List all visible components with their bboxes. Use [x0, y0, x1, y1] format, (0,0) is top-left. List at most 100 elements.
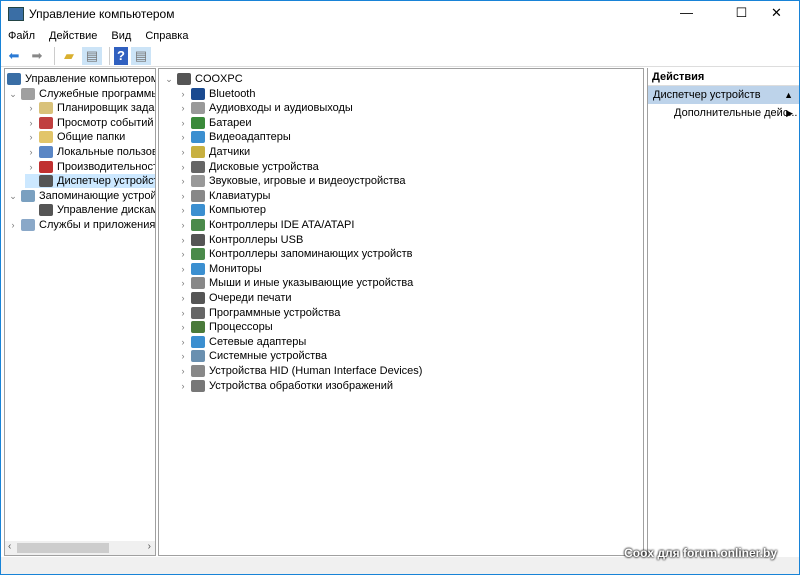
horizontal-scrollbar[interactable]: ‹ › — [5, 541, 155, 555]
scroll-left-icon[interactable]: ‹ — [8, 541, 11, 552]
help-icon[interactable]: ? — [114, 46, 128, 65]
chevron-right-icon[interactable]: › — [177, 218, 189, 232]
show-hide-action-pane-icon[interactable]: ▤ — [131, 46, 151, 65]
tree-item[interactable]: Управление дисками — [25, 203, 156, 217]
chevron-right-icon[interactable]: › — [177, 145, 189, 159]
tree-item[interactable]: Диспетчер устройств — [25, 174, 155, 189]
chevron-right-icon[interactable]: › — [177, 116, 189, 130]
chevron-right-icon[interactable]: › — [177, 335, 189, 349]
back-icon[interactable]: ⬅ — [4, 47, 24, 65]
tree-item[interactable]: › Локальные пользователи и группы — [25, 145, 155, 159]
chevron-right-icon[interactable]: › — [177, 320, 189, 334]
more-actions-item[interactable]: Дополнительные дейс... ▶ — [648, 104, 799, 122]
menu-help[interactable]: Справка — [138, 28, 195, 44]
tree-item[interactable]: › Планировщик заданий — [25, 101, 155, 115]
minimize-button[interactable]: — — [664, 1, 709, 26]
menu-file[interactable]: Файл — [1, 28, 42, 44]
scroll-right-icon[interactable]: › — [148, 541, 151, 552]
device-root[interactable]: ⌄ COOXPC — [163, 72, 243, 86]
tree-item[interactable]: ⌄ Запоминающие устройства — [7, 189, 155, 203]
chevron-right-icon[interactable]: › — [177, 247, 189, 261]
tree-item-label: Управление дисками — [57, 204, 156, 217]
chevron-down-icon[interactable]: ⌄ — [7, 189, 19, 203]
device-category[interactable]: › Датчики — [177, 145, 250, 159]
device-category-icon — [191, 248, 205, 261]
device-category[interactable]: › Сетевые адаптеры — [177, 335, 306, 349]
chevron-down-icon[interactable]: ⌄ — [163, 72, 175, 86]
chevron-right-icon[interactable]: › — [177, 306, 189, 320]
chevron-down-icon[interactable]: ⌄ — [7, 87, 19, 101]
chevron-right-icon[interactable]: › — [7, 218, 19, 232]
device-category-label: Контроллеры запоминающих устройств — [209, 248, 413, 261]
collapse-up-icon[interactable]: ▲ — [784, 86, 793, 104]
device-category[interactable]: › Компьютер — [177, 203, 266, 217]
tree-item[interactable]: ⌄ Служебные программы — [7, 87, 156, 101]
chevron-right-icon[interactable]: › — [25, 130, 37, 144]
chevron-right-icon[interactable]: › — [177, 101, 189, 115]
chevron-right-icon[interactable]: › — [177, 379, 189, 393]
toolbar-separator — [109, 46, 110, 65]
device-category[interactable]: › Контроллеры IDE ATA/ATAPI — [177, 218, 354, 232]
device-category[interactable]: › Видеоадаптеры — [177, 130, 291, 144]
tree-item[interactable]: › Производительность — [25, 160, 155, 174]
chevron-right-icon[interactable]: › — [177, 174, 189, 188]
device-category[interactable]: › Устройства HID (Human Interface Devices… — [177, 364, 422, 378]
tree-item-label: Служебные программы — [39, 87, 156, 100]
device-category[interactable]: › Контроллеры USB — [177, 233, 303, 247]
chevron-right-icon[interactable]: › — [25, 145, 37, 159]
device-category[interactable]: › Устройства обработки изображений — [177, 379, 393, 393]
device-category[interactable]: › Очереди печати — [177, 291, 292, 305]
chevron-right-icon[interactable]: › — [177, 87, 189, 101]
up-folder-icon[interactable]: ▰ — [59, 47, 79, 65]
chevron-right-icon[interactable]: › — [25, 160, 37, 174]
tree-item-label: Общие папки — [57, 131, 126, 144]
chevron-right-icon[interactable]: › — [177, 160, 189, 174]
chevron-right-icon[interactable]: › — [177, 130, 189, 144]
actions-pane: Действия Диспетчер устройств ▲ Дополнител… — [647, 68, 799, 556]
chevron-right-icon[interactable]: › — [177, 203, 189, 217]
show-hide-tree-icon[interactable]: ▤ — [82, 46, 102, 65]
device-category-label: Процессоры — [209, 321, 273, 334]
device-category[interactable]: › Контроллеры запоминающих устройств — [177, 247, 412, 261]
chevron-right-icon[interactable]: › — [177, 349, 189, 363]
device-category-label: Очереди печати — [209, 292, 292, 304]
chevron-right-icon[interactable]: › — [25, 116, 37, 130]
menu-action[interactable]: Действие — [42, 28, 104, 44]
device-category[interactable]: › Дисковые устройства — [177, 160, 319, 174]
chevron-right-icon[interactable]: › — [25, 101, 37, 115]
device-category-label: Bluetooth — [209, 87, 256, 100]
device-category-icon — [191, 350, 205, 363]
tree-item[interactable]: Управление компьютером (локальным) — [5, 72, 155, 86]
chevron-right-icon[interactable]: › — [177, 291, 189, 305]
menu-view[interactable]: Вид — [104, 28, 138, 44]
device-category[interactable]: › Клавиатуры — [177, 189, 270, 203]
device-category-icon — [191, 131, 205, 144]
device-category[interactable]: › Аудиовходы и аудиовыходы — [177, 101, 353, 115]
tree-item-icon — [21, 189, 35, 202]
device-category-label: Клавиатуры — [209, 189, 271, 202]
device-category[interactable]: › Процессоры — [177, 320, 273, 334]
actions-section-device-manager[interactable]: Диспетчер устройств ▲ — [648, 86, 799, 104]
device-category-label: Контроллеры USB — [209, 233, 304, 246]
device-category-icon — [191, 233, 205, 246]
chevron-right-icon[interactable]: › — [177, 276, 189, 290]
more-actions-label: Дополнительные дейс... — [674, 107, 798, 119]
device-category[interactable]: › Мониторы — [177, 262, 262, 276]
close-button[interactable]: ✕ — [754, 1, 799, 26]
tree-item[interactable]: › Службы и приложения — [7, 218, 155, 232]
device-category[interactable]: › Батареи — [177, 116, 252, 130]
chevron-right-icon[interactable]: › — [177, 262, 189, 276]
scrollbar-thumb[interactable] — [17, 543, 109, 553]
tree-item[interactable]: › Общие папки — [25, 130, 125, 144]
chevron-right-icon[interactable]: › — [177, 364, 189, 378]
device-category[interactable]: › Системные устройства — [177, 349, 327, 363]
chevron-right-icon[interactable]: › — [177, 233, 189, 247]
device-category[interactable]: › Звуковые, игровые и видеоустройства — [177, 174, 406, 188]
tree-item[interactable]: › Просмотр событий — [25, 116, 154, 130]
forward-icon[interactable]: ➡ — [27, 47, 47, 65]
device-category[interactable]: › Мыши и иные указывающие устройства — [177, 276, 413, 290]
device-category[interactable]: › Bluetooth — [177, 87, 255, 101]
device-category[interactable]: › Программные устройства — [177, 306, 340, 320]
chevron-right-icon[interactable]: › — [177, 189, 189, 203]
device-category-label: Датчики — [209, 146, 251, 158]
